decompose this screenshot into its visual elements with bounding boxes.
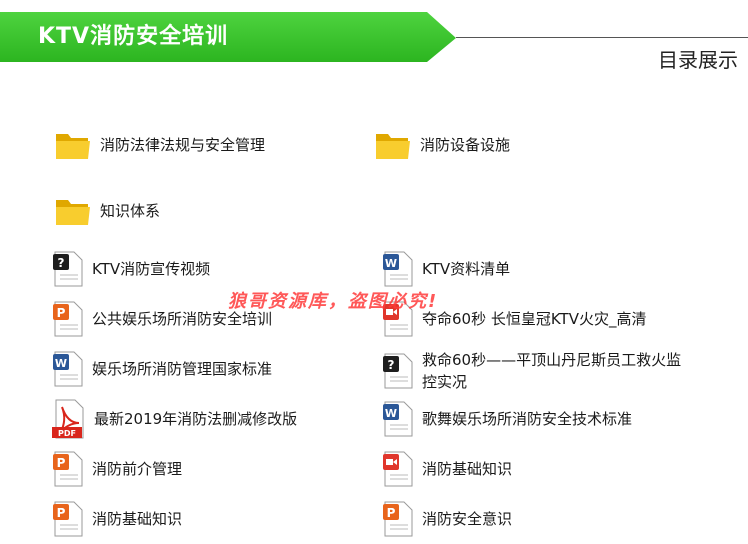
file-label: 消防安全意识 [422, 510, 513, 528]
unknown-file-icon: ? [53, 251, 83, 287]
unknown-file-icon: ? [383, 353, 413, 389]
file-label: KTV资料清单 [422, 260, 511, 278]
toc-label: 目录展示 [658, 48, 738, 72]
file-item[interactable]: ? 救命60秒——平顶山丹尼斯员工救火监控实况 [382, 349, 692, 393]
file-item[interactable]: PDF 最新2019年消防法删减修改版 [52, 399, 297, 439]
pdf-badge: PDF [58, 429, 76, 438]
svg-text:?: ? [388, 358, 395, 372]
file-item[interactable]: W 娱乐场所消防管理国家标准 [52, 349, 272, 389]
svg-text:P: P [387, 506, 396, 520]
word-file-icon: W [383, 401, 413, 437]
ppt-file-icon: P [53, 301, 83, 337]
folder-item-knowledge[interactable]: 知识体系 [54, 191, 160, 231]
svg-text:W: W [55, 357, 67, 370]
ppt-file-icon: P [53, 501, 83, 537]
svg-text:P: P [57, 306, 66, 320]
folder-icon [56, 200, 90, 225]
ppt-file-icon: P [53, 451, 83, 487]
folder-label: 知识体系 [100, 202, 161, 220]
file-item[interactable]: P 消防基础知识 [52, 499, 182, 539]
file-label: 消防基础知识 [92, 510, 183, 528]
file-label: 娱乐场所消防管理国家标准 [92, 360, 273, 378]
watermark-text: 狼哥资源库，盗图必究! [228, 291, 439, 312]
svg-text:P: P [57, 506, 66, 520]
file-label: 消防前介管理 [92, 460, 183, 478]
folder-icon [56, 134, 90, 159]
file-item[interactable]: W KTV资料清单 [382, 249, 510, 289]
file-label: 夺命60秒 长恒皇冠KTV火灾_高清 [422, 310, 647, 328]
file-label: 救命60秒——平顶山丹尼斯员工救火监控实况 [422, 351, 682, 391]
title-banner: KTV消防安全培训 [0, 12, 456, 62]
svg-text:?: ? [58, 256, 65, 270]
folder-label: 消防法律法规与安全管理 [100, 136, 266, 154]
folder-icon [376, 134, 410, 159]
file-label: 歌舞娱乐场所消防安全技术标准 [422, 410, 633, 428]
svg-text:W: W [385, 407, 397, 420]
word-file-icon: W [383, 251, 413, 287]
video-file-icon [383, 451, 413, 487]
file-item[interactable]: P 消防前介管理 [52, 449, 182, 489]
file-label: 最新2019年消防法删减修改版 [94, 410, 298, 428]
folder-item-equipment[interactable]: 消防设备设施 [374, 125, 510, 165]
page-title: KTV消防安全培训 [38, 24, 229, 49]
file-label: KTV消防宣传视频 [92, 260, 211, 278]
file-item[interactable]: P 消防安全意识 [382, 499, 512, 539]
file-item[interactable]: W 歌舞娱乐场所消防安全技术标准 [382, 399, 632, 439]
file-item[interactable]: ? KTV消防宣传视频 [52, 249, 210, 289]
svg-text:W: W [385, 257, 397, 270]
ppt-file-icon: P [383, 501, 413, 537]
file-label: 消防基础知识 [422, 460, 513, 478]
file-item[interactable]: 消防基础知识 [382, 449, 512, 489]
svg-text:P: P [57, 456, 66, 470]
pdf-file-icon: PDF [52, 399, 84, 439]
folder-item-laws[interactable]: 消防法律法规与安全管理 [54, 125, 265, 165]
folder-label: 消防设备设施 [420, 136, 511, 154]
word-file-icon: W [53, 351, 83, 387]
header-divider [456, 37, 748, 38]
